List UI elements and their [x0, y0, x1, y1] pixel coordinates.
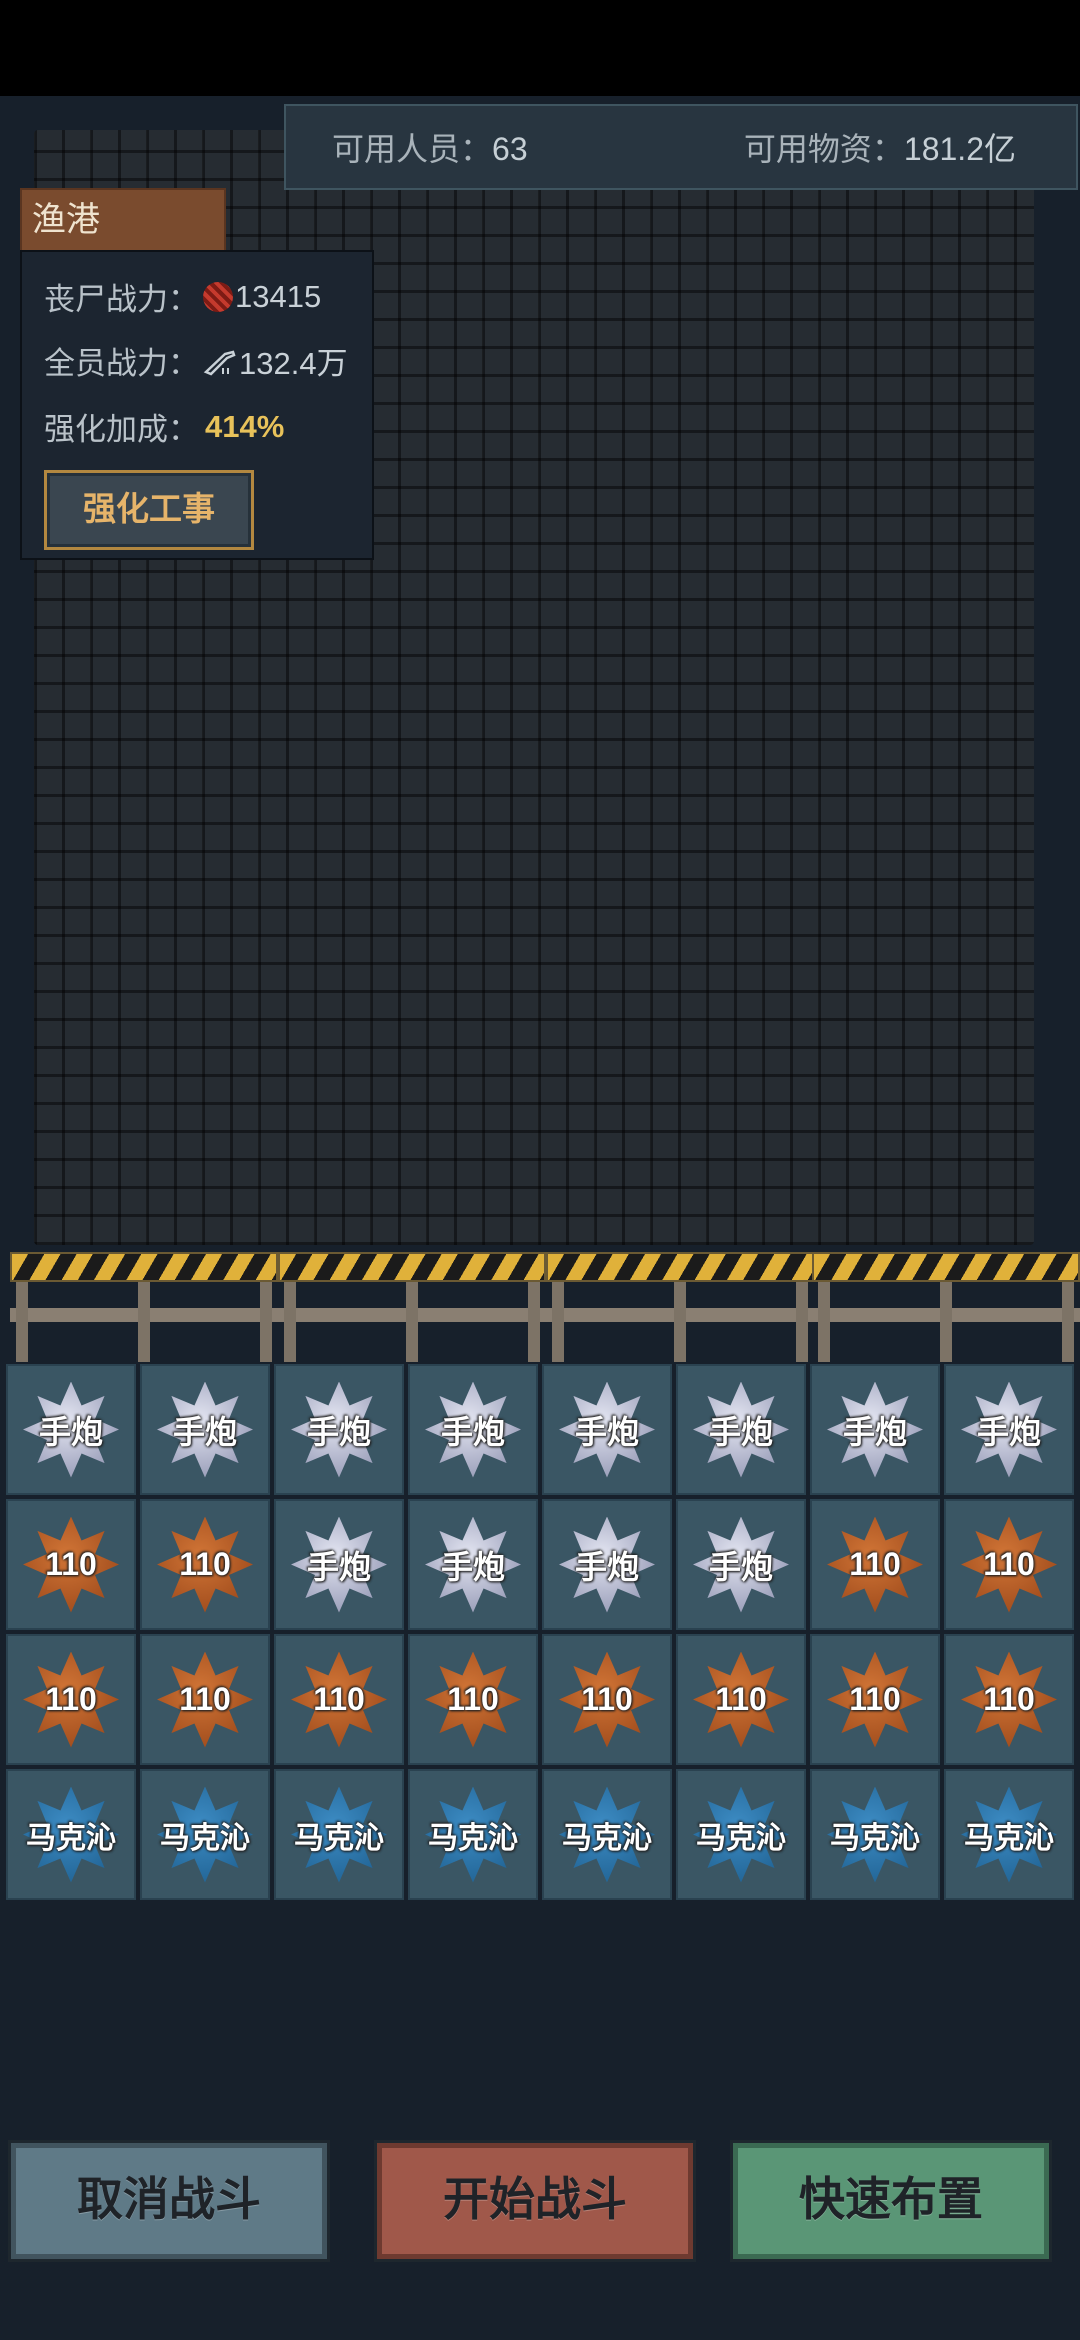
- barricade: [278, 1252, 546, 1362]
- status-bar: [0, 0, 1080, 96]
- unit-label: 手炮: [306, 1548, 371, 1585]
- unit-label: 马克沁: [830, 1821, 920, 1855]
- unit-label: 手炮: [306, 1413, 371, 1450]
- zombie-power-label: 丧尸战力：: [44, 282, 199, 317]
- team-power-value: 132.4万: [239, 346, 348, 381]
- supplies-label: 可用物资：: [743, 131, 904, 167]
- unit-slot[interactable]: 手炮: [408, 1499, 538, 1630]
- bonus-value: 414%: [205, 408, 285, 444]
- unit-slot[interactable]: 手炮: [274, 1364, 404, 1495]
- location-tab: 渔港: [20, 188, 226, 254]
- unit-slot[interactable]: 马克沁: [408, 1769, 538, 1900]
- zombie-power-value: 13415: [235, 278, 322, 314]
- unit-label: 110: [45, 1546, 97, 1582]
- unit-label: 110: [983, 1546, 1035, 1582]
- quick-deploy-button[interactable]: 快速布置: [730, 2140, 1052, 2262]
- unit-slot[interactable]: 手炮: [810, 1364, 940, 1495]
- unit-slot[interactable]: 110: [542, 1634, 672, 1765]
- unit-slot[interactable]: 手炮: [408, 1364, 538, 1495]
- unit-slot[interactable]: 手炮: [676, 1364, 806, 1495]
- unit-slot[interactable]: 110: [6, 1634, 136, 1765]
- unit-label: 手炮: [708, 1548, 773, 1585]
- unit-label: 110: [45, 1681, 97, 1717]
- unit-slot[interactable]: 110: [810, 1499, 940, 1630]
- unit-label: 110: [179, 1546, 231, 1582]
- unit-slot[interactable]: 110: [140, 1499, 270, 1630]
- unit-slot[interactable]: 110: [6, 1499, 136, 1630]
- personnel-label: 可用人员：: [332, 131, 493, 167]
- unit-label: 马克沁: [26, 1821, 116, 1855]
- unit-label: 马克沁: [160, 1821, 250, 1855]
- team-power-label: 全员战力：: [44, 346, 199, 381]
- unit-slot[interactable]: 110: [944, 1499, 1074, 1630]
- unit-label: 马克沁: [428, 1821, 518, 1855]
- bonus-label: 强化加成：: [44, 412, 199, 447]
- unit-label: 110: [849, 1546, 901, 1582]
- unit-label: 手炮: [440, 1413, 505, 1450]
- zombie-icon: [203, 281, 233, 312]
- unit-slot[interactable]: 手炮: [6, 1364, 136, 1495]
- gun-icon: [203, 350, 236, 375]
- unit-label: 110: [715, 1681, 767, 1717]
- unit-slot[interactable]: 手炮: [542, 1499, 672, 1630]
- unit-label: 马克沁: [696, 1821, 786, 1855]
- info-panel: 丧尸战力： 13415 全员战力： 132.4万 强化加成： 414% 强化工事: [20, 250, 374, 560]
- cancel-battle-button[interactable]: 取消战斗: [8, 2140, 330, 2262]
- unit-label: 手炮: [708, 1413, 773, 1450]
- unit-label: 手炮: [574, 1413, 639, 1450]
- unit-slot[interactable]: 手炮: [274, 1499, 404, 1630]
- unit-label: 手炮: [172, 1413, 237, 1450]
- unit-slot[interactable]: 手炮: [944, 1364, 1074, 1495]
- unit-slot[interactable]: 马克沁: [676, 1769, 806, 1900]
- bonus-row: 强化加成： 414%: [44, 404, 284, 449]
- unit-label: 手炮: [842, 1413, 907, 1450]
- unit-label: 110: [313, 1681, 365, 1717]
- resource-bar: 可用人员：63 可用物资：181.2亿: [284, 104, 1078, 190]
- fortify-button[interactable]: 强化工事: [44, 470, 254, 550]
- barricade: [546, 1252, 814, 1362]
- supplies-value: 181.2亿: [903, 131, 1016, 167]
- team-power-row: 全员战力： 132.4万: [44, 338, 348, 383]
- unit-label: 手炮: [38, 1413, 103, 1450]
- unit-slot[interactable]: 手炮: [676, 1499, 806, 1630]
- barricade: [10, 1252, 278, 1362]
- unit-grid: 手炮 手炮 手炮 手炮 手炮 手炮 手炮 手炮 110 110 手炮 手炮 手炮 手炮 110 110 110 1…: [6, 1364, 1074, 1900]
- unit-label: 手炮: [976, 1413, 1041, 1450]
- unit-slot[interactable]: 110: [944, 1634, 1074, 1765]
- unit-slot[interactable]: 马克沁: [944, 1769, 1074, 1900]
- supplies-stat: 可用物资：181.2亿: [744, 124, 1016, 170]
- unit-label: 110: [581, 1681, 633, 1717]
- unit-slot[interactable]: 马克沁: [542, 1769, 672, 1900]
- start-battle-button[interactable]: 开始战斗: [374, 2140, 696, 2262]
- unit-label: 马克沁: [562, 1821, 652, 1855]
- barricade: [812, 1252, 1080, 1362]
- unit-label: 110: [983, 1681, 1035, 1717]
- zombie-power-row: 丧尸战力： 13415: [44, 274, 321, 319]
- unit-slot[interactable]: 110: [140, 1634, 270, 1765]
- unit-slot[interactable]: 马克沁: [274, 1769, 404, 1900]
- unit-slot[interactable]: 110: [274, 1634, 404, 1765]
- unit-label: 手炮: [440, 1548, 505, 1585]
- unit-label: 手炮: [574, 1548, 639, 1585]
- unit-slot[interactable]: 110: [408, 1634, 538, 1765]
- unit-label: 110: [179, 1681, 231, 1717]
- personnel-value: 63: [492, 131, 528, 167]
- unit-label: 110: [849, 1681, 901, 1717]
- personnel-stat: 可用人员：63: [332, 124, 528, 170]
- unit-slot[interactable]: 马克沁: [6, 1769, 136, 1900]
- unit-label: 马克沁: [294, 1821, 384, 1855]
- unit-slot[interactable]: 马克沁: [140, 1769, 270, 1900]
- unit-label: 110: [447, 1681, 499, 1717]
- unit-slot[interactable]: 手炮: [140, 1364, 270, 1495]
- unit-slot[interactable]: 110: [676, 1634, 806, 1765]
- unit-label: 马克沁: [964, 1821, 1054, 1855]
- unit-slot[interactable]: 110: [810, 1634, 940, 1765]
- unit-slot[interactable]: 马克沁: [810, 1769, 940, 1900]
- unit-slot[interactable]: 手炮: [542, 1364, 672, 1495]
